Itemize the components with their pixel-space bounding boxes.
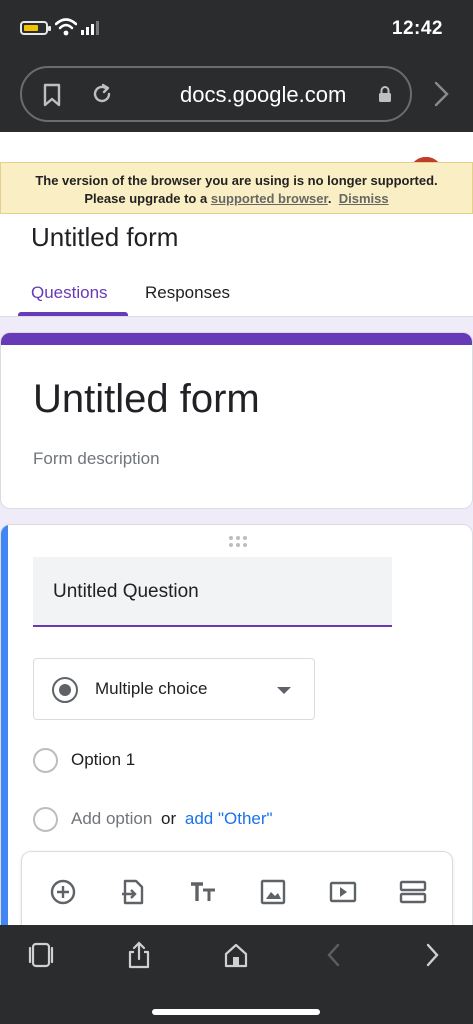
add-video-icon[interactable] <box>329 878 357 906</box>
browser-bottom-bar <box>0 925 473 1024</box>
back-icon[interactable] <box>321 941 347 969</box>
radio-empty-icon <box>33 807 58 832</box>
chevron-right-icon[interactable] <box>430 80 452 108</box>
unsupported-browser-banner: The version of the browser you are using… <box>0 162 473 214</box>
add-option-line: Add option or add "Other" <box>71 809 273 829</box>
form-title-input[interactable]: Untitled form <box>33 377 260 422</box>
banner-period: . <box>327 191 332 206</box>
add-image-icon[interactable] <box>259 878 287 906</box>
form-description-input[interactable]: Form description <box>33 449 160 469</box>
title-card-accent <box>1 333 472 345</box>
tab-questions[interactable]: Questions <box>31 283 108 303</box>
browser-chrome: 12:42 docs.google.com <box>0 0 473 132</box>
add-other-button[interactable]: add "Other" <box>185 809 273 828</box>
banner-line1: The version of the browser you are using… <box>35 173 438 188</box>
add-section-icon[interactable] <box>399 878 427 906</box>
question-card[interactable]: Untitled Question Multiple choice Option… <box>0 524 473 944</box>
option-label[interactable]: Option 1 <box>71 750 135 770</box>
home-indicator[interactable] <box>152 1009 320 1015</box>
dismiss-link[interactable]: Dismiss <box>339 191 389 206</box>
status-bar: 12:42 <box>0 0 473 58</box>
question-title-text[interactable]: Untitled Question <box>53 581 199 603</box>
tab-responses[interactable]: Responses <box>145 283 230 303</box>
question-focus-bar <box>1 525 8 943</box>
or-text: or <box>161 809 177 828</box>
wifi-icon <box>55 18 77 36</box>
question-title-field[interactable]: Untitled Question <box>33 557 392 627</box>
url-text[interactable]: docs.google.com <box>180 82 346 108</box>
status-time: 12:42 <box>391 18 443 39</box>
tabs-icon[interactable] <box>28 941 54 969</box>
home-icon[interactable] <box>223 941 249 969</box>
lock-icon <box>379 86 391 102</box>
add-title-icon[interactable] <box>189 878 217 906</box>
signal-icon <box>81 21 99 35</box>
bookmark-icon[interactable] <box>42 83 62 107</box>
import-questions-icon[interactable] <box>119 878 147 906</box>
add-question-icon[interactable] <box>49 878 77 906</box>
url-bar[interactable]: docs.google.com <box>20 66 412 122</box>
question-type-label: Multiple choice <box>95 679 208 698</box>
supported-browser-link[interactable]: supported browser <box>211 191 328 206</box>
banner-prefix: Please upgrade to a <box>84 191 208 206</box>
dropdown-arrow-icon <box>277 687 291 694</box>
radio-empty-icon <box>33 748 58 773</box>
share-icon[interactable] <box>126 941 152 969</box>
form-header-title[interactable]: Untitled form <box>31 222 178 253</box>
forward-nav-icon[interactable] <box>419 941 445 969</box>
drag-handle-icon[interactable] <box>227 535 249 549</box>
question-type-dropdown[interactable]: Multiple choice <box>33 658 315 720</box>
radio-filled-icon <box>52 677 78 703</box>
title-card[interactable]: Untitled form Form description <box>0 332 473 509</box>
battery-icon <box>20 21 51 35</box>
add-option-button[interactable]: Add option <box>71 809 152 828</box>
reload-icon[interactable] <box>90 82 114 106</box>
banner-line2: Please upgrade to a supported browser. D… <box>1 190 472 208</box>
